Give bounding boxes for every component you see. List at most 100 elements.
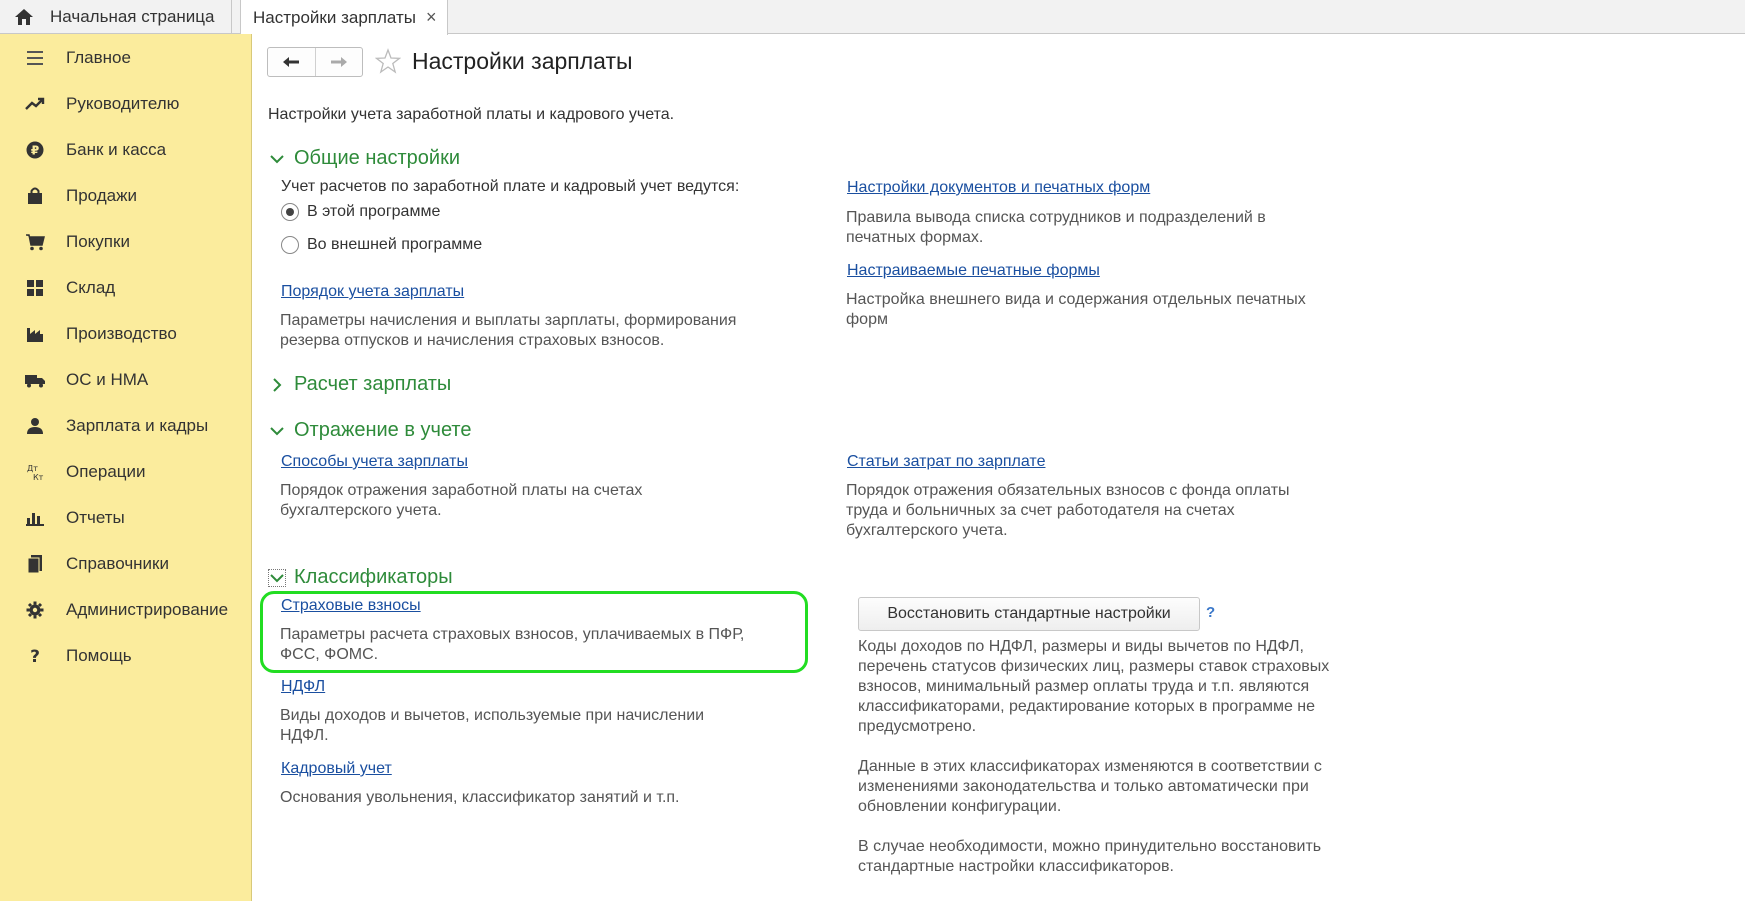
methods-desc-2: бухгалтерского учета.	[280, 502, 442, 519]
arrow-left-icon	[283, 57, 300, 67]
classifiers-info-6: Данные в этих классификаторах изменяются…	[858, 758, 1322, 775]
sidebar-item-production[interactable]: Производство	[0, 314, 252, 354]
sidebar-item-sales[interactable]: Продажи	[0, 176, 252, 216]
radio-button[interactable]	[281, 236, 299, 254]
sidebar-item-label: Банк и касса	[66, 140, 167, 159]
cart-icon	[24, 231, 46, 253]
back-button[interactable]	[268, 48, 315, 76]
radio-external-label: Во внешней программе	[307, 236, 483, 253]
section-accounting-title: Отражение в учете	[294, 419, 472, 441]
debit-credit-icon: Дт Кт	[24, 461, 46, 483]
payroll-order-desc-1: Параметры начисления и выплаты зарплаты,…	[280, 312, 737, 329]
restore-defaults-button[interactable]: Восстановить стандартные настройки	[858, 597, 1200, 631]
radio-external-program[interactable]: Во внешней программе	[281, 236, 482, 254]
cost-desc-2: труда и больничных за счет работодателя …	[846, 502, 1235, 519]
truck-icon	[24, 369, 46, 391]
help-question-icon[interactable]: ?	[1206, 604, 1215, 621]
sidebar-item-label: Справочники	[66, 554, 169, 573]
svg-text:?: ?	[30, 647, 40, 665]
sidebar: Главное Руководителю ₽ Банк и касса Прод…	[0, 34, 252, 901]
ndfl-desc-2: НДФЛ.	[280, 727, 329, 744]
radio-button-selected[interactable]	[281, 203, 299, 221]
arrow-right-icon	[330, 57, 347, 67]
sidebar-item-bank[interactable]: ₽ Банк и касса	[0, 130, 252, 170]
shopping-bag-icon	[24, 185, 46, 207]
docs-desc-1: Правила вывода списка сотрудников и подр…	[846, 209, 1266, 226]
section-classifiers-title: Классификаторы	[294, 566, 453, 588]
chevron-down-icon	[268, 150, 286, 168]
section-general-title: Общие настройки	[294, 147, 460, 169]
section-accounting-header[interactable]: Отражение в учете	[268, 419, 471, 442]
svg-text:Дт: Дт	[27, 464, 38, 473]
insurance-desc-1: Параметры расчета страховых взносов, упл…	[280, 626, 745, 643]
home-icon	[14, 8, 36, 26]
gear-icon	[24, 599, 46, 621]
chevron-right-icon	[268, 376, 286, 394]
link-docs-print-settings[interactable]: Настройки документов и печатных форм	[847, 179, 1150, 197]
section-classifiers-header[interactable]: Классификаторы	[268, 566, 453, 589]
favorite-star-icon[interactable]	[374, 48, 402, 74]
sidebar-item-main[interactable]: Главное	[0, 38, 252, 78]
classifiers-info-4: классификаторами, редактирование которых…	[858, 698, 1316, 715]
link-custom-print-forms[interactable]: Настраиваемые печатные формы	[847, 262, 1100, 280]
sidebar-item-warehouse[interactable]: Склад	[0, 268, 252, 308]
sidebar-item-administration[interactable]: Администрирование	[0, 590, 252, 630]
sidebar-item-operations[interactable]: Дт Кт Операции	[0, 452, 252, 492]
bar-chart-icon	[24, 507, 46, 529]
sidebar-item-label: Руководителю	[66, 94, 180, 113]
svg-text:₽: ₽	[31, 144, 39, 158]
sidebar-item-purchases[interactable]: Покупки	[0, 222, 252, 262]
section-general-header[interactable]: Общие настройки	[268, 147, 460, 170]
radio-internal-program[interactable]: В этой программе	[281, 203, 440, 221]
ndfl-desc-1: Виды доходов и вычетов, используемые при…	[280, 707, 705, 724]
link-payroll-order[interactable]: Порядок учета зарплаты	[281, 283, 464, 301]
link-hr-accounting[interactable]: Кадровый учет	[281, 760, 392, 778]
classifiers-info-3: взносов, минимальный размер оплаты труда…	[858, 678, 1310, 695]
methods-desc-1: Порядок отражения заработной платы на сч…	[280, 482, 643, 499]
trend-icon	[24, 93, 46, 115]
page-subtitle: Настройки учета заработной платы и кадро…	[268, 106, 675, 123]
classifiers-info-9: В случае необходимости, можно принудител…	[858, 838, 1322, 855]
nav-buttons	[267, 47, 363, 77]
close-icon[interactable]: ×	[426, 7, 437, 28]
forward-button[interactable]	[314, 48, 362, 76]
person-icon	[24, 415, 46, 437]
cost-desc-3: бухгалтерского учета.	[846, 522, 1008, 539]
main-content: Настройки зарплаты Настройки учета зараб…	[252, 34, 1745, 901]
sidebar-item-payroll-hr[interactable]: Зарплата и кадры	[0, 406, 252, 446]
tab-home[interactable]: Начальная страница	[0, 0, 232, 34]
sidebar-item-label: Помощь	[66, 646, 132, 665]
tab-payroll-settings[interactable]: Настройки зарплаты ×	[240, 0, 448, 35]
sidebar-item-label: Главное	[66, 48, 131, 67]
custom-forms-desc-1: Настройка внешнего вида и содержания отд…	[846, 291, 1306, 308]
sidebar-item-label: Зарплата и кадры	[66, 416, 209, 435]
section-payroll-title: Расчет зарплаты	[294, 373, 452, 395]
classifiers-info-8: обновлении конфигурации.	[858, 798, 1062, 815]
hr-desc: Основания увольнения, классификатор заня…	[280, 789, 680, 806]
sidebar-item-reports[interactable]: Отчеты	[0, 498, 252, 538]
link-cost-items[interactable]: Статьи затрат по зарплате	[847, 453, 1045, 471]
chevron-down-icon	[268, 422, 286, 440]
sidebar-item-label: Продажи	[66, 186, 137, 205]
sidebar-item-label: Производство	[66, 324, 177, 343]
sidebar-item-manager[interactable]: Руководителю	[0, 84, 252, 124]
cost-desc-1: Порядок отражения обязательных взносов с…	[846, 482, 1290, 499]
link-ndfl[interactable]: НДФЛ	[281, 678, 325, 696]
classifiers-info-7: изменениями законодательства и только ав…	[858, 778, 1309, 795]
tab-home-label: Начальная страница	[50, 7, 215, 26]
link-payroll-methods[interactable]: Способы учета зарплаты	[281, 453, 468, 471]
sidebar-item-directories[interactable]: Справочники	[0, 544, 252, 584]
sidebar-item-assets[interactable]: ОС и НМА	[0, 360, 252, 400]
menu-lines-icon	[24, 47, 46, 69]
classifiers-info-10: стандартные настройки классификаторов.	[858, 858, 1174, 875]
question-icon: ?	[24, 645, 46, 667]
sidebar-item-label: Отчеты	[66, 508, 125, 527]
custom-forms-desc-2: форм	[846, 311, 888, 328]
radio-internal-label: В этой программе	[307, 203, 441, 220]
docs-desc-2: печатных формах.	[846, 229, 984, 246]
section-payroll-header[interactable]: Расчет зарплаты	[268, 373, 451, 396]
link-insurance-contributions[interactable]: Страховые взносы	[281, 597, 421, 615]
sidebar-item-help[interactable]: ? Помощь	[0, 636, 252, 676]
factory-icon	[24, 323, 46, 345]
accounting-question: Учет расчетов по заработной плате и кадр…	[281, 178, 740, 195]
